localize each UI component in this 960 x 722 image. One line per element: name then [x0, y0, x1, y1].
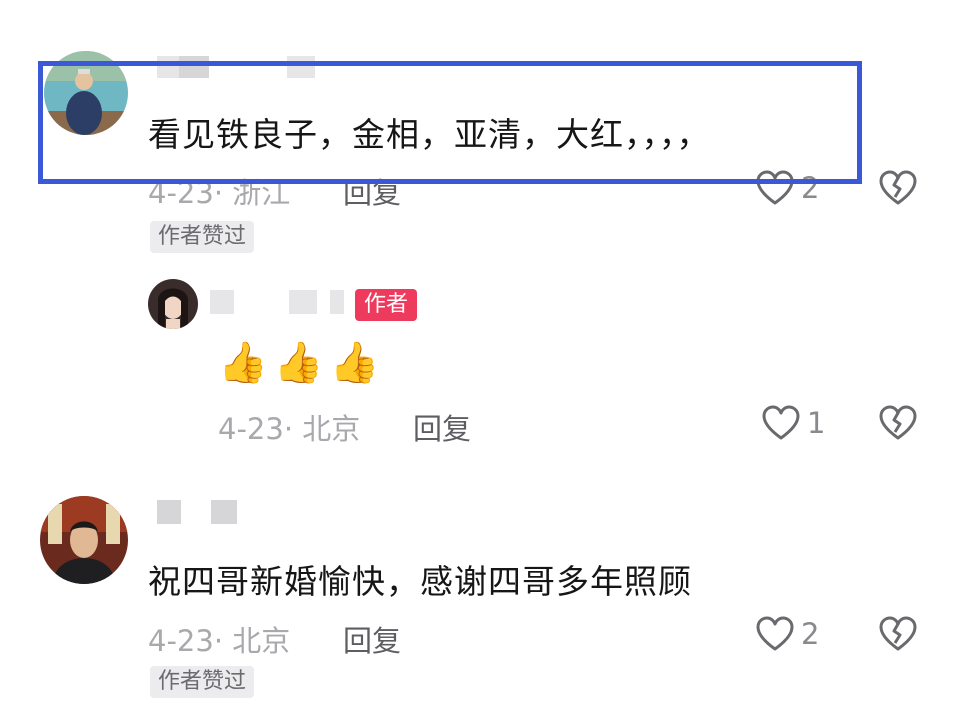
username-blurred	[157, 500, 181, 524]
username-blurred	[330, 290, 344, 314]
like-count: 1	[807, 406, 826, 440]
reply-button[interactable]: 回复	[343, 618, 401, 660]
username-blurred	[210, 290, 234, 314]
reply-meta: 4-23· 北京	[218, 412, 361, 446]
broken-heart-icon[interactable]	[879, 616, 917, 652]
reply-button[interactable]: 回复	[413, 406, 471, 448]
comment-text: 祝四哥新婚愉快，感谢四哥多年照顾	[148, 562, 692, 601]
heart-icon[interactable]	[756, 616, 794, 652]
author-liked-badge: 作者赞过	[150, 666, 255, 698]
avatar[interactable]	[40, 496, 128, 584]
author-tag: 作者	[355, 289, 418, 321]
broken-heart-icon[interactable]	[879, 170, 917, 206]
username-blurred	[289, 290, 317, 314]
author-liked-badge: 作者赞过	[150, 221, 255, 253]
thumbs-up-emoji: 👍👍👍	[218, 340, 386, 386]
highlight-box	[38, 61, 862, 184]
username-blurred	[211, 500, 237, 524]
like-count: 2	[801, 617, 820, 651]
broken-heart-icon[interactable]	[879, 405, 917, 441]
author-avatar[interactable]	[148, 279, 198, 329]
heart-icon[interactable]	[762, 405, 800, 441]
comment-meta: 4-23· 北京	[148, 624, 291, 658]
